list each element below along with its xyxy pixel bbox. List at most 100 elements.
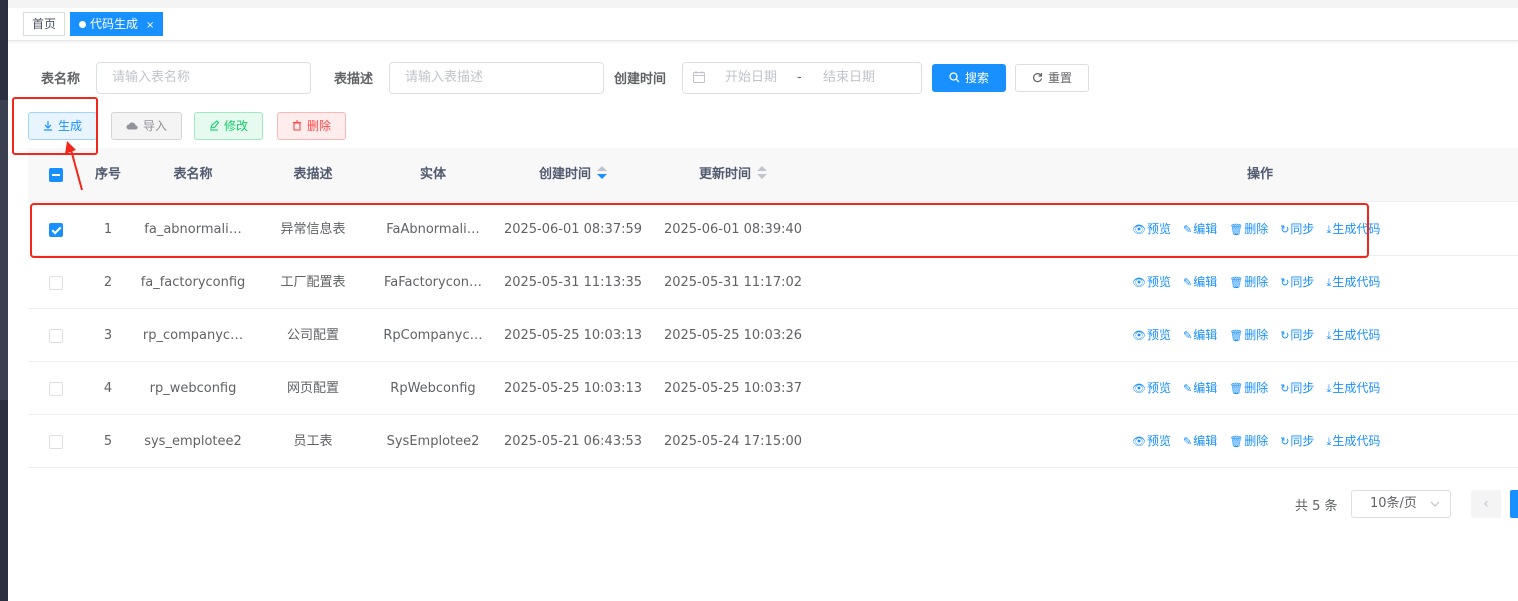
cell-table-desc: 员工表 bbox=[293, 434, 333, 449]
cell-table-name: rp_webconfig bbox=[149, 381, 237, 396]
create-time-label: 创建时间 bbox=[614, 72, 667, 87]
edit-link[interactable]: ✎编辑 bbox=[1183, 328, 1217, 342]
end-date-input[interactable]: 结束日期 bbox=[823, 63, 875, 93]
cell-table-desc: 工厂配置表 bbox=[280, 275, 346, 290]
sort-caret-icon[interactable] bbox=[597, 166, 607, 180]
prev-page-button[interactable]: ‹ bbox=[1471, 490, 1501, 518]
delete-link[interactable]: 🗑删除 bbox=[1229, 328, 1268, 342]
cell-table-name: rp_companyc… bbox=[142, 328, 244, 343]
sync-link[interactable]: ↻同步 bbox=[1280, 328, 1314, 342]
eye-icon: 👁 bbox=[1132, 329, 1146, 342]
delete-link[interactable]: 🗑删除 bbox=[1229, 434, 1268, 448]
row-checkbox[interactable] bbox=[49, 435, 63, 449]
table-header: 序号 表名称 表描述 实体 创建时间 更新时间 操作 bbox=[28, 148, 1518, 202]
annotation-highlight-row bbox=[30, 203, 1369, 258]
gen-code-link[interactable]: ⤓生成代码 bbox=[1326, 434, 1380, 448]
sync-link[interactable]: ↻同步 bbox=[1280, 381, 1314, 395]
cell-entity: SysEmplotee2 bbox=[386, 434, 480, 449]
pencil-icon: ✎ bbox=[1182, 276, 1193, 289]
cell-index: 3 bbox=[103, 328, 113, 343]
cell-table-name: fa_factoryconfig bbox=[140, 275, 246, 290]
cell-table-desc: 公司配置 bbox=[286, 328, 339, 343]
refresh-icon: ↻ bbox=[1280, 276, 1290, 289]
row-checkbox[interactable] bbox=[49, 382, 63, 396]
header-update-time[interactable]: 更新时间 bbox=[653, 148, 813, 202]
table-name-input[interactable]: 请输入表名称 bbox=[96, 62, 311, 94]
row-checkbox[interactable] bbox=[49, 329, 63, 343]
row-checkbox[interactable] bbox=[49, 276, 63, 290]
table-desc-input[interactable]: 请输入表描述 bbox=[389, 62, 604, 94]
sync-link[interactable]: ↻同步 bbox=[1280, 275, 1314, 289]
cell-table-name: sys_emplotee2 bbox=[144, 434, 242, 449]
calendar-icon bbox=[693, 63, 705, 105]
refresh-icon: ↻ bbox=[1280, 435, 1290, 448]
trash-icon: 🗑 bbox=[1229, 329, 1244, 342]
search-button[interactable]: 搜索 bbox=[932, 64, 1007, 92]
preview-link[interactable]: 👁预览 bbox=[1132, 275, 1171, 289]
sync-link[interactable]: ↻同步 bbox=[1280, 434, 1314, 448]
header-create-time[interactable]: 创建时间 bbox=[493, 148, 653, 202]
page-size-select[interactable]: 10条/页 bbox=[1351, 490, 1451, 518]
pencil-icon: ✎ bbox=[1182, 329, 1193, 342]
header-table-name: 表名称 bbox=[173, 167, 213, 182]
cloud-upload-icon bbox=[126, 119, 138, 133]
table-row[interactable]: 5 sys_emplotee2 员工表 SysEmplotee2 2025-05-21 … bbox=[28, 415, 1518, 468]
start-date-input[interactable]: 开始日期 bbox=[725, 63, 777, 93]
cell-create-time: 2025-05-25 10:03:13 bbox=[503, 328, 643, 343]
cell-create-time: 2025-05-25 10:03:13 bbox=[503, 381, 643, 396]
import-button[interactable]: 导入 bbox=[111, 112, 183, 140]
cell-index: 2 bbox=[103, 275, 113, 290]
cell-index: 5 bbox=[103, 434, 113, 449]
preview-link[interactable]: 👁预览 bbox=[1132, 381, 1171, 395]
download-icon: ⤓ bbox=[1326, 435, 1332, 448]
delete-link[interactable]: 🗑删除 bbox=[1229, 381, 1268, 395]
trash-icon: 🗑 bbox=[1229, 276, 1244, 289]
eye-icon: 👁 bbox=[1132, 435, 1146, 448]
gen-code-link[interactable]: ⤓生成代码 bbox=[1326, 328, 1380, 342]
table-name-label: 表名称 bbox=[41, 72, 81, 87]
refresh-icon: ↻ bbox=[1280, 382, 1290, 395]
row-actions: 👁预览 ✎编辑 🗑删除 ↻同步 ⤓生成代码 bbox=[1132, 362, 1392, 415]
chevron-down-icon bbox=[1430, 491, 1440, 528]
eye-icon: 👁 bbox=[1132, 382, 1146, 395]
delete-button[interactable]: 删除 bbox=[277, 112, 347, 140]
row-actions: 👁预览 ✎编辑 🗑删除 ↻同步 ⤓生成代码 bbox=[1132, 256, 1392, 309]
delete-link[interactable]: 🗑删除 bbox=[1229, 275, 1268, 289]
tab-code-generation[interactable]: 代码生成 × bbox=[70, 12, 164, 36]
search-icon bbox=[949, 71, 960, 85]
select-all-checkbox[interactable] bbox=[49, 168, 63, 182]
cell-create-time: 2025-05-31 11:13:35 bbox=[503, 275, 643, 290]
refresh-icon bbox=[1032, 71, 1043, 85]
table-row[interactable]: 4 rp_webconfig 网页配置 RpWebconfig 2025-05-25 1… bbox=[28, 362, 1518, 415]
edit-link[interactable]: ✎编辑 bbox=[1183, 381, 1217, 395]
pencil-icon bbox=[209, 119, 220, 133]
download-icon: ⤓ bbox=[1326, 382, 1332, 395]
page-number-current[interactable] bbox=[1510, 490, 1518, 518]
reset-button[interactable]: 重置 bbox=[1015, 64, 1090, 92]
cell-update-time: 2025-05-24 17:15:00 bbox=[663, 434, 803, 449]
cell-entity: RpCompanyc… bbox=[383, 328, 483, 343]
edit-button[interactable]: 修改 bbox=[194, 112, 264, 140]
preview-link[interactable]: 👁预览 bbox=[1132, 434, 1171, 448]
gen-code-link[interactable]: ⤓生成代码 bbox=[1326, 275, 1380, 289]
gen-code-link[interactable]: ⤓生成代码 bbox=[1326, 381, 1380, 395]
cell-update-time: 2025-05-25 10:03:37 bbox=[663, 381, 803, 396]
refresh-icon: ↻ bbox=[1280, 329, 1290, 342]
row-actions: 👁预览 ✎编辑 🗑删除 ↻同步 ⤓生成代码 bbox=[1132, 415, 1392, 468]
sort-caret-icon[interactable] bbox=[757, 166, 767, 180]
preview-link[interactable]: 👁预览 bbox=[1132, 328, 1171, 342]
cell-index: 4 bbox=[103, 381, 113, 396]
tab-home[interactable]: 首页 bbox=[23, 12, 66, 36]
eye-icon: 👁 bbox=[1132, 276, 1146, 289]
date-range-picker[interactable]: 开始日期 - 结束日期 bbox=[682, 62, 922, 94]
table-row[interactable]: 3 rp_companyc… 公司配置 RpCompanyc… 2025-05-25 1… bbox=[28, 309, 1518, 362]
table-desc-label: 表描述 bbox=[334, 72, 374, 87]
header-table-desc: 表描述 bbox=[293, 167, 333, 182]
cell-create-time: 2025-05-21 06:43:53 bbox=[503, 434, 643, 449]
close-icon[interactable]: × bbox=[146, 20, 154, 31]
tags-view-bar: 首页 代码生成 × bbox=[8, 0, 1518, 41]
edit-link[interactable]: ✎编辑 bbox=[1183, 434, 1217, 448]
table-row[interactable]: 2 fa_factoryconfig 工厂配置表 FaFactorycon… 2025-… bbox=[28, 256, 1518, 309]
trash-icon: 🗑 bbox=[1229, 382, 1244, 395]
edit-link[interactable]: ✎编辑 bbox=[1183, 275, 1217, 289]
